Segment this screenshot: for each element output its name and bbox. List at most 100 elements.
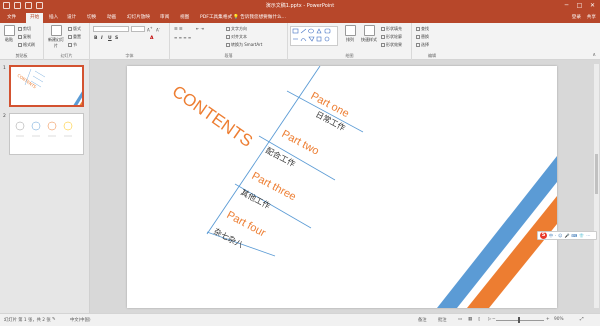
shadow-button[interactable]: S [115,36,118,41]
cut-button[interactable]: 剪切 [18,26,31,32]
paste-button[interactable]: 粘贴 [2,25,16,43]
ribbon: 粘贴 剪切 复制 格式刷 剪贴板 新建幻灯片 版式 重置 节 幻灯片 A+ A-… [0,23,600,60]
font-color-button[interactable]: A [150,36,153,41]
tab-file[interactable]: 文件 [7,14,16,20]
align-icon[interactable]: ≡ ≡ ≡ ≡ [174,35,191,40]
smartart-button[interactable]: 转换为 SmartArt [226,42,262,48]
ime-toolbar[interactable]: S 中 · ☺ 🎤 ⌨ 👕 ⋯ [537,231,597,240]
slide-sorter-icon[interactable]: ▦ [468,317,472,322]
ime-emoji-icon[interactable]: ☺ [558,233,562,238]
shape-effects-button[interactable]: 形状效果 [381,42,402,48]
shapes-gallery[interactable] [290,26,338,46]
find-button[interactable]: 查找 [416,26,429,32]
arrange-button[interactable]: 排列 [343,25,357,43]
paragraph-group-label: 段落 [224,53,233,58]
tab-transitions[interactable]: 切换 [87,14,96,20]
share-button[interactable]: 共享 [587,15,596,20]
current-slide[interactable]: CONTENTS Part one 日常工作 Part two 配合工作 Par… [127,66,557,308]
select-button[interactable]: 选择 [416,42,429,48]
ribbon-tab-bar: 文件 开始 插入 设计 切换 动画 幻灯片放映 审阅 视图 PDF工具集 格式 … [0,12,600,23]
tab-view[interactable]: 视图 [180,14,189,20]
vertical-scrollbar[interactable] [594,64,599,308]
replace-button[interactable]: 替换 [416,34,429,40]
contents-heading: CONTENTS [169,82,256,151]
brush-icon [18,43,22,47]
tab-design[interactable]: 设计 [67,14,76,20]
ime-more-icon[interactable]: ⋯ [586,233,590,238]
tab-insert[interactable]: 插入 [49,14,58,20]
tab-slideshow[interactable]: 幻灯片放映 [127,14,150,20]
zoom-in-icon[interactable]: + [546,317,550,322]
editing-group-label: 编辑 [428,53,436,58]
bold-button[interactable]: B [94,36,97,41]
smartart-icon [226,43,230,47]
tab-format[interactable]: 格式 [223,14,232,20]
comments-button[interactable]: 批注 [438,317,447,323]
tab-home[interactable]: 开始 [26,13,44,23]
normal-view-icon[interactable]: ▭ [458,317,462,322]
new-slide-icon [50,25,62,36]
zoom-slider-knob[interactable] [518,317,520,323]
scrollbar-thumb[interactable] [595,154,598,194]
section-icon [68,43,72,47]
shape-fill-button[interactable]: 形状填充 [381,26,402,32]
shapes-gallery-icons [292,28,331,42]
ime-chinese-mode[interactable]: 中 [549,233,553,239]
zoom-level[interactable]: 90% [554,317,564,322]
collapse-ribbon-icon[interactable]: ∧ [592,52,596,58]
italic-button[interactable]: I [101,36,103,41]
slide-thumbnail-2[interactable] [9,113,84,155]
spell-check-icon[interactable]: ✎ [52,317,56,322]
slide-counter: 幻灯片 第 1 张，共 2 张 [4,318,51,323]
effects-icon [381,43,385,47]
align-text-button[interactable]: 对齐文本 [226,34,247,40]
replace-icon [416,35,420,39]
ime-logo-icon[interactable]: S [540,232,547,239]
font-size-dropdown[interactable] [131,26,145,32]
section-button[interactable]: 节 [68,42,77,48]
slideshow-icon[interactable]: ▷ [488,317,491,322]
fit-to-window-icon[interactable]: ⤢ [580,317,583,322]
tab-review[interactable]: 审阅 [160,14,169,20]
new-slide-button[interactable]: 新建幻灯片 [47,25,65,49]
language-indicator[interactable]: 中文(中国) [70,317,91,323]
login-link[interactable]: 登录 [572,15,581,20]
item-3-desc: 其他工作 [239,187,272,211]
indent-icon[interactable]: ⇤ ⇥ [196,26,204,31]
window-title: 演示文稿1.pptx - PowerPoint [265,3,335,9]
ime-voice-icon[interactable]: 🎤 [564,233,569,238]
reset-button[interactable]: 重置 [68,34,81,40]
item-2-part: Part two [280,128,321,158]
slide-thumbnail-2-preview [15,121,73,137]
text-direction-button[interactable]: 文字方向 [226,26,247,32]
notes-button[interactable]: 备注 [418,317,427,323]
ime-skin-icon[interactable]: 👕 [579,233,584,238]
zoom-slider[interactable] [496,320,544,321]
title-bar: 演示文稿1.pptx - PowerPoint ─ □ ✕ [0,0,600,12]
underline-button[interactable]: U [108,36,112,41]
pen-icon [381,35,385,39]
minimize-button[interactable]: ─ [561,1,572,10]
reading-view-icon[interactable]: ▯ [478,317,480,322]
tell-me-box[interactable]: 💡 告诉我您想要做什么... [233,14,286,20]
format-painter-button[interactable]: 格式刷 [18,42,35,48]
tab-pdf-tools[interactable]: PDF工具集 [200,14,223,20]
font-name-dropdown[interactable] [93,26,129,32]
copy-button[interactable]: 复制 [18,34,31,40]
quick-styles-button[interactable]: 快速样式 [360,25,378,43]
shape-outline-button[interactable]: 形状轮廓 [381,34,402,40]
bullets-icon[interactable]: ☰ ☰ [174,26,182,31]
slide-thumbnail-1[interactable]: CONTENTS [9,65,84,107]
slide-thumbnail-1-preview: CONTENTS [16,68,82,105]
svg-text:CONTENTS: CONTENTS [16,73,37,90]
window-controls: ─ □ ✕ [561,1,598,10]
decrease-font-icon[interactable]: A- [156,26,160,32]
thumbnail-number-1: 1 [3,66,6,71]
close-button[interactable]: ✕ [587,1,598,10]
tab-animations[interactable]: 动画 [107,14,116,20]
ime-keyboard-icon[interactable]: ⌨ [571,233,577,238]
increase-font-icon[interactable]: A+ [147,26,153,32]
maximize-button[interactable]: □ [574,1,585,10]
ime-punctuation-icon[interactable]: · [555,233,556,238]
layout-button[interactable]: 版式 [68,26,81,32]
